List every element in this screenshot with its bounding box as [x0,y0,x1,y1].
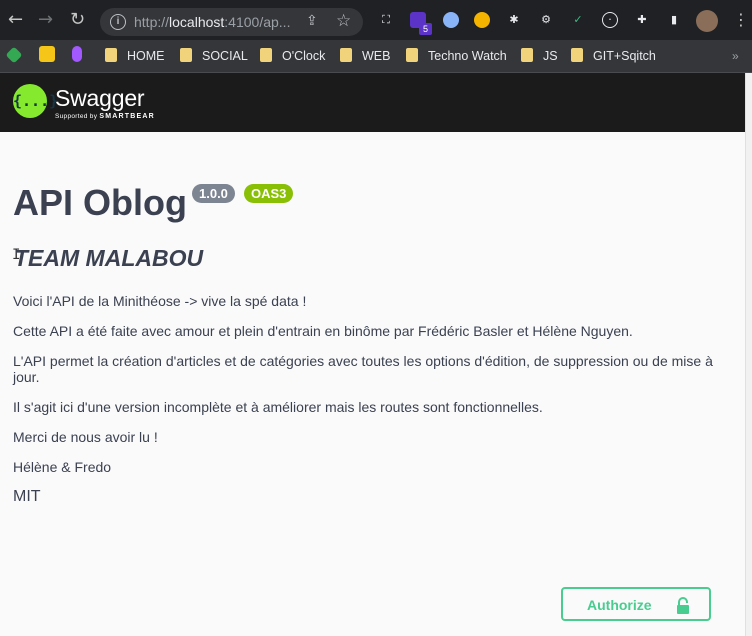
profile-avatar[interactable] [696,10,718,32]
folder-icon [105,48,117,62]
bookmarks-bar: HOME SOCIAL O'Clock WEB Techno Watch JS … [0,40,752,73]
page-scrollbar[interactable] [745,73,752,636]
swagger-logo-subtitle: Supported by SMARTBEAR [55,113,155,120]
address-bar[interactable]: i http://localhost:4100/ap... ⇪ ☆ [100,8,363,36]
extensions-puzzle-icon[interactable]: ✚ [634,12,650,28]
bookmark-green-icon[interactable] [5,46,23,64]
authorize-button[interactable]: Authorize [561,587,711,621]
bookmark-oclock[interactable]: O'Clock [260,46,325,66]
bookmark-star-icon[interactable]: ☆ [336,11,351,31]
back-icon[interactable]: ← [8,10,23,30]
version-badge: 1.0.0 [192,184,235,203]
folder-icon [260,48,272,62]
share-icon[interactable]: ⇪ [306,13,318,29]
extension-color-icon[interactable] [474,12,490,28]
license-link[interactable]: MIT [13,488,41,506]
bookmark-techno-watch[interactable]: Techno Watch [406,46,507,66]
bookmark-git-sqitch[interactable]: GIT+Sqitch [571,46,656,66]
bookmark-social[interactable]: SOCIAL [180,46,248,66]
screenshot-extension-icon[interactable]: ⛶ [378,12,394,28]
api-title: API Oblog [13,182,187,223]
description-line-3: L'API permet la création d'articles et d… [13,353,713,385]
bookmark-m-icon[interactable] [39,46,55,62]
extension-badge: 5 [419,23,432,35]
description-line-1: Voici l'API de la Minithéose -> vive la … [13,293,307,309]
extension-face-icon[interactable]: · [602,12,618,28]
bookmark-js[interactable]: JS [521,46,558,66]
description-line-4: Il s'agit ici d'une version incomplète e… [13,399,543,415]
description-line-2: Cette API a été faite avec amour et plei… [13,323,633,339]
authorize-label: Authorize [587,597,652,613]
menu-kebab-icon[interactable]: ⋮ [733,10,749,30]
team-heading: TEAM MALABOU [14,245,204,271]
extension-blue-icon[interactable] [443,12,459,28]
browser-toolbar: ← → ↻ i http://localhost:4100/ap... ⇪ ☆ … [0,0,752,40]
description-line-6: Hélène & Fredo [13,459,112,475]
swagger-topbar: {...} Swagger Supported by SMARTBEAR [0,73,745,132]
forward-icon[interactable]: → [38,10,53,30]
extension-gear-icon[interactable]: ⚙ [538,12,554,28]
extension-star-icon[interactable]: ✱ [506,12,522,28]
bookmark-web[interactable]: WEB [340,46,390,66]
folder-icon [521,48,533,62]
folder-icon [180,48,192,62]
reload-icon[interactable]: ↻ [70,10,85,30]
side-panel-icon[interactable]: ▮ [666,12,682,28]
swagger-logo-text[interactable]: Swagger [55,85,145,112]
lock-icon [676,597,690,618]
description-line-5: Merci de nous avoir lu ! [13,429,158,445]
figma-icon[interactable] [72,46,82,62]
site-info-icon[interactable]: i [110,14,126,30]
oas-badge: OAS3 [244,184,294,203]
url-text[interactable]: http://localhost:4100/ap... [134,14,290,30]
bookmarks-overflow[interactable]: » [732,46,739,66]
folder-icon [340,48,352,62]
extension-vue-icon[interactable]: ✓ [570,12,586,28]
folder-icon [571,48,583,62]
bookmark-home[interactable]: HOME [105,46,165,66]
swagger-logo-icon[interactable]: {...} [13,84,58,118]
folder-icon [406,48,418,62]
